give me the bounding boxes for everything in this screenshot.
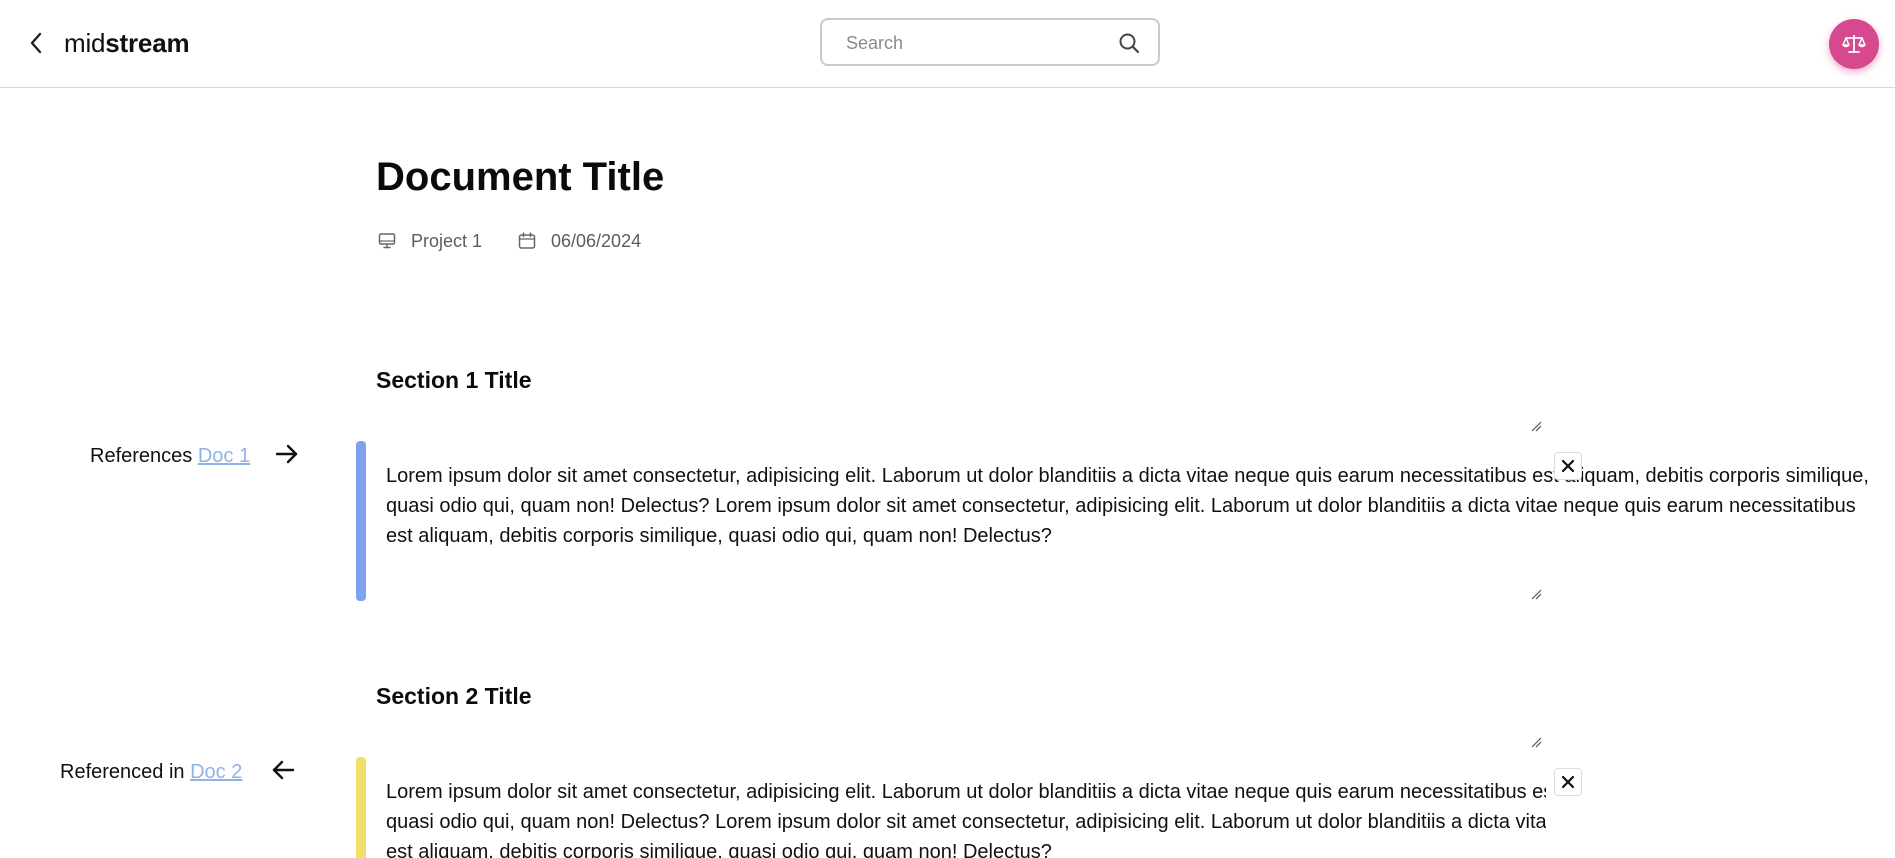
section-text[interactable]: Lorem ipsum dolor sit amet consectetur, …	[386, 777, 1546, 858]
remove-section-button[interactable]	[1554, 768, 1582, 796]
calendar-icon	[518, 232, 536, 249]
section-color-bar	[356, 441, 366, 601]
brand-light: mid	[64, 28, 106, 58]
reference-label-text: Referenced in	[60, 761, 185, 783]
arrow-left-icon[interactable]	[270, 757, 296, 783]
search-input[interactable]	[846, 30, 1096, 56]
remove-section-button[interactable]	[1554, 452, 1582, 480]
close-icon	[1561, 459, 1575, 473]
resize-handle-icon[interactable]	[1530, 588, 1542, 600]
referenced-in-label: Referenced in Doc 2	[60, 758, 242, 786]
scales-icon	[1842, 35, 1866, 53]
document-date: 06/06/2024	[517, 228, 641, 254]
chevron-left-icon	[30, 32, 42, 54]
reference-link[interactable]: Doc 1	[198, 445, 250, 467]
project-label: Project 1	[411, 230, 483, 251]
search-icon[interactable]	[1118, 32, 1140, 54]
section-color-bar	[356, 757, 366, 858]
resize-handle-icon[interactable]	[1530, 420, 1542, 432]
search-box	[820, 18, 1160, 66]
date-label: 06/06/2024	[551, 230, 642, 251]
top-bar: midstream	[0, 0, 1895, 88]
back-button[interactable]	[22, 28, 50, 58]
arrow-right-icon[interactable]	[274, 441, 300, 467]
section-text[interactable]: Lorem ipsum dolor sit amet consectetur, …	[386, 461, 1876, 551]
resize-handle-icon[interactable]	[1530, 736, 1542, 748]
section-block: Lorem ipsum dolor sit amet consectetur, …	[356, 441, 1869, 601]
document-title: Document Title	[376, 155, 665, 199]
section-block: Lorem ipsum dolor sit amet consectetur, …	[356, 757, 1546, 858]
close-icon	[1561, 775, 1575, 789]
user-avatar[interactable]	[1829, 19, 1879, 69]
section-title: Section 1 Title	[376, 367, 532, 393]
app-logo[interactable]: midstream	[64, 27, 190, 59]
reference-label-text: References	[90, 445, 193, 467]
brand-bold: stream	[105, 28, 190, 58]
references-label: References Doc 1	[90, 442, 250, 470]
monitor-icon	[378, 233, 396, 249]
document-project: Project 1	[377, 228, 482, 254]
reference-link[interactable]: Doc 2	[190, 761, 242, 783]
section-title: Section 2 Title	[376, 683, 532, 709]
